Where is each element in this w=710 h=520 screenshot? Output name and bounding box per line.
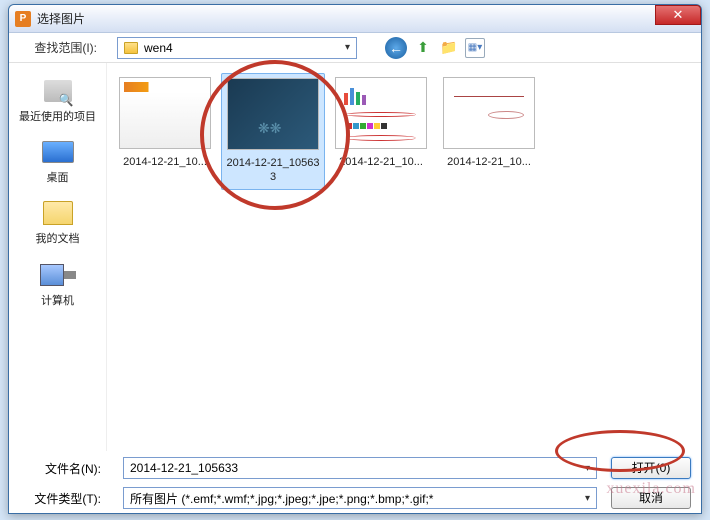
lookin-dropdown[interactable]: wen4 <box>117 37 357 59</box>
filetype-dropdown[interactable]: 所有图片 (*.emf;*.wmf;*.jpg;*.jpeg;*.jpe;*.p… <box>123 487 597 509</box>
file-item[interactable]: 2014-12-21_10... <box>437 73 541 190</box>
file-item-selected[interactable]: 2014-12-21_105633 <box>221 73 325 190</box>
footer: 文件名(N): 2014-12-21_105633 打开(0) 文件类型(T):… <box>9 451 701 519</box>
file-label: 2014-12-21_10... <box>123 155 207 169</box>
sidebar-item-documents[interactable]: 我的文档 <box>36 197 80 246</box>
thumbnail-icon <box>443 77 535 149</box>
open-button[interactable]: 打开(0) <box>611 457 691 479</box>
sidebar-item-label: 我的文档 <box>36 233 80 246</box>
desktop-icon <box>40 136 76 168</box>
body-area: 最近使用的项目 桌面 我的文档 计算机 2014-12-21_10... <box>9 63 701 451</box>
lookin-label: 查找范围(I): <box>19 39 109 56</box>
close-icon: ✕ <box>673 7 684 22</box>
dialog-window: P 选择图片 ✕ 查找范围(I): wen4 ← ⬆ 📁 ▦▾ 最近使用的项目 … <box>8 4 702 514</box>
view-menu-icon[interactable]: ▦▾ <box>465 38 485 58</box>
titlebar[interactable]: P 选择图片 ✕ <box>9 5 701 33</box>
sidebar-item-label: 最近使用的项目 <box>19 111 96 124</box>
file-list[interactable]: 2014-12-21_10... 2014-12-21_105633 2014-… <box>107 63 701 451</box>
app-icon: P <box>15 11 31 27</box>
places-sidebar: 最近使用的项目 桌面 我的文档 计算机 <box>9 63 107 451</box>
window-title: 选择图片 <box>37 10 85 27</box>
sidebar-item-label: 桌面 <box>47 172 69 185</box>
up-one-level-icon[interactable]: ⬆ <box>413 38 433 58</box>
file-item[interactable]: 2014-12-21_10... <box>329 73 433 190</box>
file-item[interactable]: 2014-12-21_10... <box>113 73 217 190</box>
thumbnail-icon <box>335 77 427 149</box>
file-label: 2014-12-21_10... <box>339 155 423 169</box>
back-icon[interactable]: ← <box>385 37 407 59</box>
sidebar-item-label: 计算机 <box>41 295 74 308</box>
sidebar-item-recent[interactable]: 最近使用的项目 <box>19 75 96 124</box>
close-button[interactable]: ✕ <box>655 5 701 25</box>
new-folder-icon[interactable]: 📁 <box>439 38 459 58</box>
filetype-value: 所有图片 (*.emf;*.wmf;*.jpg;*.jpeg;*.jpe;*.p… <box>130 490 433 507</box>
watermark: xuexila.com <box>606 480 696 498</box>
sidebar-item-desktop[interactable]: 桌面 <box>40 136 76 185</box>
filetype-label: 文件类型(T): <box>19 490 109 507</box>
thumbnail-icon <box>119 77 211 149</box>
recent-icon <box>40 75 76 107</box>
file-label: 2014-12-21_10... <box>447 155 531 169</box>
computer-icon <box>40 259 76 291</box>
filename-value: 2014-12-21_105633 <box>130 461 238 475</box>
thumbnail-icon <box>227 78 319 150</box>
file-label: 2014-12-21_105633 <box>226 156 320 185</box>
nav-icons: ← ⬆ 📁 ▦▾ <box>385 37 485 59</box>
documents-icon <box>40 197 76 229</box>
filename-input[interactable]: 2014-12-21_105633 <box>123 457 597 479</box>
toolbar: 查找范围(I): wen4 ← ⬆ 📁 ▦▾ <box>9 33 701 63</box>
folder-icon <box>124 42 138 54</box>
sidebar-item-computer[interactable]: 计算机 <box>40 259 76 308</box>
filename-label: 文件名(N): <box>19 460 109 477</box>
lookin-value: wen4 <box>144 41 173 55</box>
